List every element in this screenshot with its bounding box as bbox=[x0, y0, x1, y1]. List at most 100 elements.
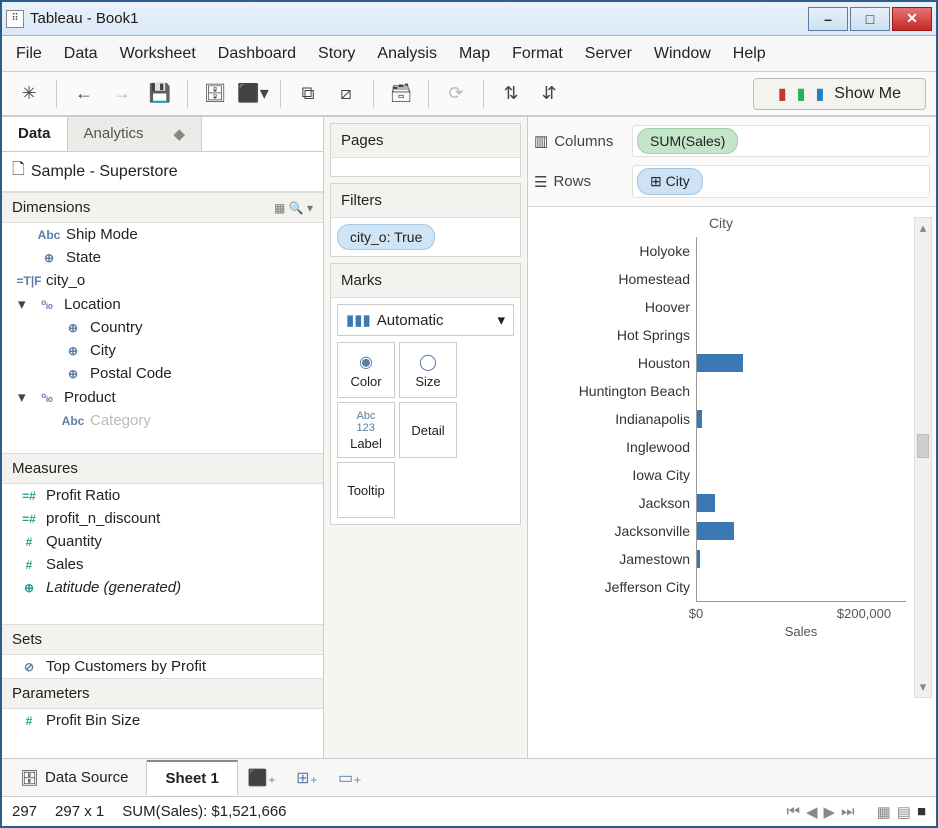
maximize-button[interactable]: □ bbox=[850, 7, 890, 31]
vertical-scrollbar[interactable]: ▴ ▾ bbox=[914, 217, 932, 698]
nav-prev-button[interactable]: ◀ bbox=[806, 803, 818, 821]
chart-row[interactable]: Homestead bbox=[536, 265, 906, 293]
menu-analysis[interactable]: Analysis bbox=[377, 45, 437, 63]
clear-button[interactable]: ⧄ bbox=[329, 79, 363, 109]
columns-shelf[interactable]: SUM(Sales) bbox=[632, 125, 930, 157]
chart-row[interactable]: Holyoke bbox=[536, 237, 906, 265]
swap-button[interactable]: 🗃 bbox=[384, 79, 418, 109]
chart-row[interactable]: Jackson bbox=[536, 489, 906, 517]
dimension-field[interactable]: ⊕State bbox=[2, 246, 323, 269]
chart-row[interactable]: Hoover bbox=[536, 293, 906, 321]
chart-bar[interactable] bbox=[697, 354, 743, 372]
dimension-field[interactable]: ▾ᵒᵢₒProduct bbox=[2, 385, 323, 409]
save-button[interactable]: 💾 bbox=[143, 79, 177, 109]
marks-type-select[interactable]: ▮▮▮ Automatic ▾ bbox=[337, 304, 514, 336]
chart-row[interactable]: Huntington Beach bbox=[536, 377, 906, 405]
status-agg: SUM(Sales): $1,521,666 bbox=[122, 803, 286, 820]
dimension-field[interactable]: ⊕Postal Code bbox=[2, 362, 323, 385]
chart-row[interactable]: Hot Springs bbox=[536, 321, 906, 349]
sort-asc-button[interactable]: ⇅ bbox=[494, 79, 528, 109]
view-list-button[interactable]: ▤ bbox=[897, 803, 911, 821]
minimize-button[interactable]: – bbox=[808, 7, 848, 31]
close-button[interactable]: ✕ bbox=[892, 7, 932, 31]
measure-field[interactable]: =#profit_n_discount bbox=[2, 507, 323, 530]
refresh-button[interactable]: ⟳ bbox=[439, 79, 473, 109]
marks-tooltip-button[interactable]: Tooltip bbox=[337, 462, 395, 518]
undo-button[interactable]: ← bbox=[67, 79, 101, 109]
duplicate-button[interactable]: ⧉ bbox=[291, 79, 325, 109]
chart-row[interactable]: Houston bbox=[536, 349, 906, 377]
new-sheet-button[interactable]: ⬛▾ bbox=[236, 79, 270, 109]
dimension-field[interactable]: AbcCategory bbox=[2, 409, 323, 432]
columns-pill-sum-sales[interactable]: SUM(Sales) bbox=[637, 128, 738, 154]
dimension-field[interactable]: ⊕City bbox=[2, 339, 323, 362]
datasource-icon: 🗋 bbox=[12, 158, 25, 185]
filters-card[interactable]: Filters city_o: True bbox=[330, 183, 521, 257]
chart-row[interactable]: Inglewood bbox=[536, 433, 906, 461]
measure-field[interactable]: #Sales bbox=[2, 553, 323, 576]
marks-color-button[interactable]: ◉Color bbox=[337, 342, 395, 398]
menu-story[interactable]: Story bbox=[318, 45, 355, 63]
chart-bar[interactable] bbox=[697, 522, 734, 540]
chart-bar[interactable] bbox=[697, 410, 702, 428]
chart-row-label: Indianapolis bbox=[536, 411, 696, 427]
param-field[interactable]: #Profit Bin Size bbox=[2, 709, 323, 732]
menubar: File Data Worksheet Dashboard Story Anal… bbox=[2, 36, 936, 72]
tab-sheet-1[interactable]: Sheet 1 bbox=[147, 760, 237, 795]
view-full-button[interactable]: ■ bbox=[917, 803, 926, 821]
rows-shelf[interactable]: ⊞ City bbox=[632, 165, 930, 198]
chart-row-label: Jamestown bbox=[536, 551, 696, 567]
scroll-thumb[interactable] bbox=[917, 434, 929, 458]
show-me-button[interactable]: ▮▮▮ Show Me bbox=[753, 78, 926, 110]
tab-data[interactable]: Data bbox=[2, 117, 67, 151]
nav-first-button[interactable]: ⏮ bbox=[786, 803, 800, 821]
menu-file[interactable]: File bbox=[16, 45, 42, 63]
view-grid-button[interactable]: ▦ bbox=[877, 803, 891, 821]
marks-size-button[interactable]: ◯Size bbox=[399, 342, 457, 398]
measure-field[interactable]: ⊕Latitude (generated) bbox=[2, 576, 323, 599]
marks-type-label: Automatic bbox=[377, 312, 444, 329]
new-dashboard-button[interactable]: ⊞₊ bbox=[286, 768, 328, 788]
menu-help[interactable]: Help bbox=[733, 45, 766, 63]
pages-card[interactable]: Pages bbox=[330, 123, 521, 177]
redo-button[interactable]: → bbox=[105, 79, 139, 109]
dimension-field[interactable]: ⊕Country bbox=[2, 316, 323, 339]
chart-row[interactable]: Jacksonville bbox=[536, 517, 906, 545]
dimension-field[interactable]: AbcShip Mode bbox=[2, 223, 323, 246]
chart-row[interactable]: Indianapolis bbox=[536, 405, 906, 433]
dimension-field[interactable]: ▾ᵒᵢₒLocation bbox=[2, 292, 323, 316]
new-data-button[interactable]: 🗄 bbox=[198, 79, 232, 109]
chart-row-label: Holyoke bbox=[536, 243, 696, 259]
menu-format[interactable]: Format bbox=[512, 45, 563, 63]
rows-pill-city[interactable]: ⊞ City bbox=[637, 168, 703, 195]
marks-detail-button[interactable]: Detail bbox=[399, 402, 457, 458]
nav-last-button[interactable]: ⏭ bbox=[841, 803, 855, 821]
tab-data-source[interactable]: 🗄Data Source bbox=[2, 761, 147, 795]
measure-field[interactable]: =#Profit Ratio bbox=[2, 484, 323, 507]
new-worksheet-button[interactable]: ⬛₊ bbox=[238, 768, 286, 788]
menu-server[interactable]: Server bbox=[585, 45, 632, 63]
nav-next-button[interactable]: ▶ bbox=[824, 803, 836, 821]
chart-row[interactable]: Iowa City bbox=[536, 461, 906, 489]
chart-row[interactable]: Jefferson City bbox=[536, 573, 906, 601]
tab-analytics[interactable]: Analytics ◆ bbox=[67, 117, 203, 151]
logo-icon[interactable]: ✳ bbox=[12, 79, 46, 109]
chart-bar[interactable] bbox=[697, 550, 700, 568]
chart-view[interactable]: City HolyokeHomesteadHooverHot SpringsHo… bbox=[528, 207, 936, 758]
dimension-field[interactable]: =T|Fcity_o bbox=[2, 269, 323, 292]
sort-desc-button[interactable]: ⇵ bbox=[532, 79, 566, 109]
filter-pill-city-o[interactable]: city_o: True bbox=[337, 224, 435, 250]
new-story-button[interactable]: ▭₊ bbox=[328, 768, 372, 788]
chart-bar[interactable] bbox=[697, 494, 715, 512]
chart-row[interactable]: Jamestown bbox=[536, 545, 906, 573]
menu-window[interactable]: Window bbox=[654, 45, 711, 63]
menu-map[interactable]: Map bbox=[459, 45, 490, 63]
menu-worksheet[interactable]: Worksheet bbox=[120, 45, 196, 63]
menu-dashboard[interactable]: Dashboard bbox=[218, 45, 296, 63]
menu-data[interactable]: Data bbox=[64, 45, 98, 63]
measure-field[interactable]: #Quantity bbox=[2, 530, 323, 553]
marks-label-button[interactable]: Abc123Label bbox=[337, 402, 395, 458]
dimensions-tools[interactable]: ▦ 🔍 ▾ bbox=[274, 201, 313, 215]
set-field[interactable]: ⊘Top Customers by Profit bbox=[2, 655, 323, 678]
datasource-item[interactable]: 🗋 Sample - Superstore bbox=[2, 152, 323, 192]
